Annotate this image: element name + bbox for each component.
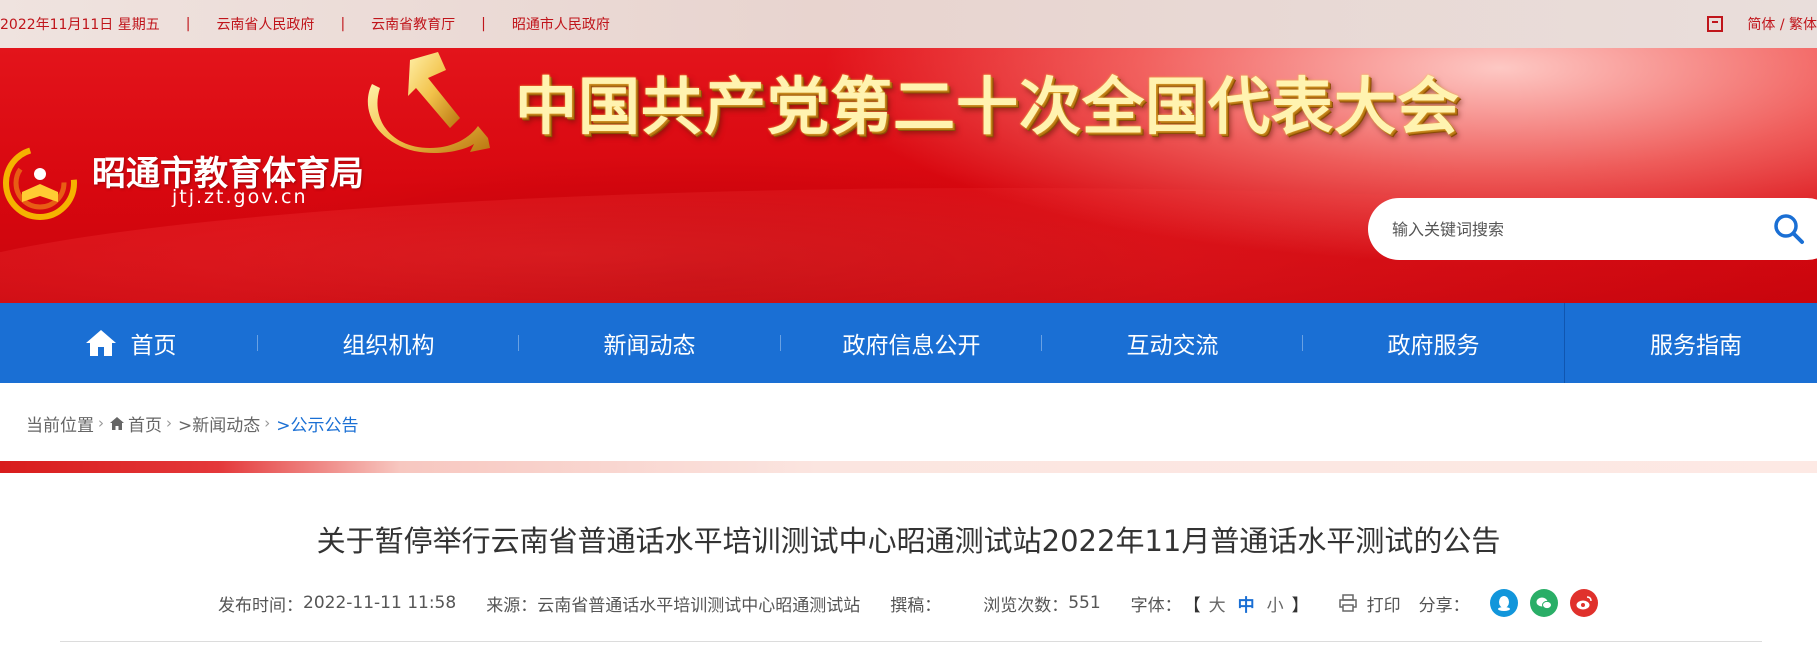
congress-headline: 中国共产党第二十次全国代表大会 — [515, 70, 1461, 143]
wechat-icon[interactable] — [1529, 589, 1558, 617]
article-meta: 发布时间： 2022-11-11 11:58 来源： 云南省普通话水平培训测试中… — [218, 585, 1610, 621]
font-size-medium[interactable]: 中 — [1238, 591, 1255, 616]
top-separator: | — [185, 16, 191, 32]
publish-label: 发布时间： — [218, 595, 303, 616]
home-icon — [110, 416, 124, 430]
top-separator: | — [340, 16, 346, 32]
bracket-close: 】 — [1291, 595, 1309, 616]
nav-item-label: 新闻动态 — [603, 333, 696, 359]
language-switch[interactable]: 简体 / 繁体 — [1747, 14, 1817, 34]
font-size-small[interactable]: 小 — [1267, 591, 1284, 616]
site-url: jtj.zt.gov.cn — [172, 186, 308, 208]
breadcrumb: 当前位置 › 首页 › >新闻动态 › >公示公告 — [0, 383, 1817, 463]
nav-item-guide[interactable]: 服务指南 — [1565, 303, 1817, 383]
top-links: 2022年11月11日 星期五 | 云南省人民政府 | 云南省教育厅 | 昭通市… — [0, 0, 610, 48]
source-value: 云南省普通话水平培训测试中心昭通测试站 — [537, 595, 861, 616]
content-area — [0, 473, 1817, 669]
link-zhaotong-gov[interactable]: 昭通市人民政府 — [512, 14, 610, 34]
printer-icon — [1338, 594, 1357, 612]
publish-time: 2022-11-11 11:58 — [303, 593, 457, 613]
author-label: 撰稿： — [890, 595, 942, 616]
search-icon[interactable] — [1772, 212, 1806, 246]
weibo-icon[interactable] — [1569, 589, 1598, 617]
search-box — [1368, 198, 1817, 260]
views-label: 浏览次数： — [983, 595, 1069, 616]
nav-item-news[interactable]: 新闻动态 — [519, 303, 780, 383]
chevron-right-icon: › — [98, 414, 104, 432]
nav-item-interaction[interactable]: 互动交流 — [1042, 303, 1303, 383]
font-size-label: 字体： — [1130, 595, 1182, 616]
print-button[interactable]: 打印 — [1338, 591, 1401, 616]
bracket-open: 【 — [1183, 595, 1201, 616]
breadcrumb-label: 当前位置 — [26, 415, 94, 436]
chevron-right-icon: › — [166, 414, 172, 432]
accessibility-icon[interactable] — [1707, 16, 1724, 32]
views-count: 551 — [1068, 593, 1101, 613]
search-input[interactable] — [1392, 198, 1722, 260]
party-emblem-icon — [367, 52, 490, 154]
nav-item-label: 政府信息公开 — [842, 333, 981, 359]
nav-item-label: 组织机构 — [342, 333, 435, 359]
breadcrumb-row: 当前位置 › 首页 › >新闻动态 › >公示公告 — [26, 383, 359, 463]
nav-item-gov-service[interactable]: 政府服务 — [1303, 303, 1564, 383]
print-label: 打印 — [1366, 595, 1401, 616]
nav-item-gov-info[interactable]: 政府信息公开 — [781, 303, 1042, 383]
source-label: 来源： — [486, 595, 538, 616]
chevron-right-icon: › — [264, 414, 271, 432]
banner: 中国共产党第二十次全国代表大会 昭通市教育体育局 jtj.zt.gov.cn — [0, 48, 1817, 303]
link-yunnan-edu[interactable]: 云南省教育厅 — [371, 14, 455, 34]
nav-item-home[interactable]: 首页 — [0, 303, 261, 383]
nav-item-label: 互动交流 — [1126, 333, 1219, 359]
breadcrumb-current[interactable]: >公示公告 — [276, 411, 358, 436]
page: 2022年11月11日 星期五 | 云南省人民政府 | 云南省教育厅 | 昭通市… — [0, 0, 1817, 669]
home-icon — [85, 330, 116, 356]
current-date: 2022年11月11日 星期五 — [0, 17, 160, 33]
top-separator: | — [481, 16, 486, 32]
nav-item-label: 首页 — [130, 333, 177, 359]
meta-divider-line — [60, 641, 1762, 642]
link-yunnan-gov[interactable]: 云南省人民政府 — [216, 14, 314, 34]
top-right: 简体 / 繁体 — [1707, 0, 1817, 48]
nav-item-label: 服务指南 — [1650, 333, 1742, 359]
main-nav: 首页 组织机构 新闻动态 政府信息公开 互动交流 政府服务 服务指南 — [0, 303, 1817, 383]
qq-icon[interactable] — [1489, 589, 1518, 617]
article-title: 关于暂停举行云南省普通话水平培训测试中心昭通测试站2022年11月普通话水平测试… — [316, 524, 1501, 558]
nav-item-label: 政府服务 — [1387, 333, 1480, 359]
share-label: 分享： — [1418, 595, 1470, 616]
top-bar: 2022年11月11日 星期五 | 云南省人民政府 | 云南省教育厅 | 昭通市… — [0, 0, 1817, 48]
nav-item-organization[interactable]: 组织机构 — [258, 303, 519, 383]
font-size-large[interactable]: 大 — [1209, 591, 1226, 616]
site-logo-icon — [3, 146, 77, 220]
decorative-ribbon — [0, 461, 1817, 473]
breadcrumb-news[interactable]: >新闻动态 — [178, 411, 260, 436]
font-size-switcher: 【 大 中 小 】 — [1182, 591, 1311, 616]
breadcrumb-home[interactable]: 首页 — [128, 411, 162, 436]
